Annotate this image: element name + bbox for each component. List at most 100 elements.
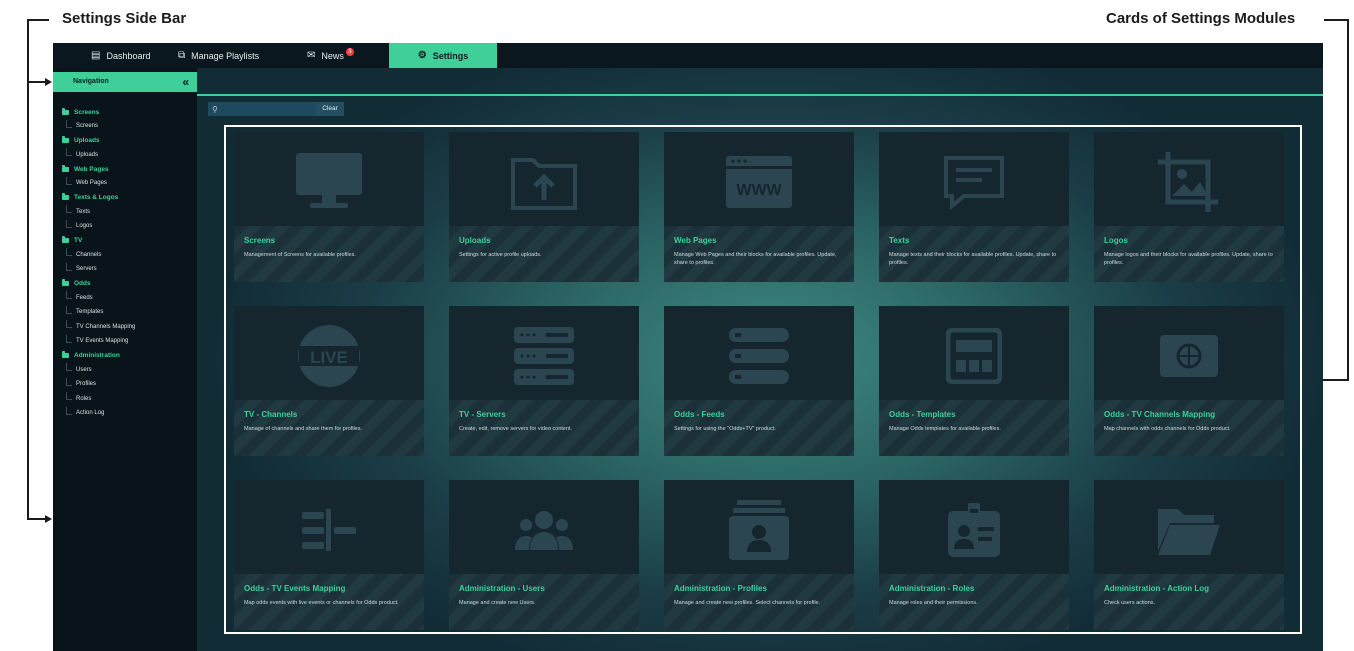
sidebar-group-title[interactable]: TV xyxy=(53,234,197,248)
card-title: Web Pages xyxy=(674,236,717,245)
settings-card[interactable]: WWW Web Pages Manage Web Pages and their b… xyxy=(664,132,854,282)
sidebar-item[interactable]: Roles xyxy=(53,392,197,407)
open-folder-icon xyxy=(1094,490,1284,570)
card-title: Administration - Users xyxy=(459,584,545,593)
id-badge-icon xyxy=(879,490,1069,570)
sidebar-item[interactable]: Uploads xyxy=(53,148,197,163)
sidebar-item[interactable]: Channels xyxy=(53,248,197,263)
gear-icon: ⚙ xyxy=(417,50,427,61)
tree-branch-icon xyxy=(66,363,72,372)
settings-card[interactable]: Uploads Settings for active profile uploa… xyxy=(449,132,639,282)
sidebar-item[interactable]: Templates xyxy=(53,305,197,320)
card-description: Manage logos and their blocks for availa… xyxy=(1104,252,1273,266)
settings-card[interactable]: Logos Manage logos and their blocks for a… xyxy=(1094,132,1284,282)
sidebar-group-title[interactable]: Odds xyxy=(53,277,197,291)
sidebar-group-label: Screens xyxy=(74,108,100,116)
settings-card[interactable]: LIVE TV - Channels Manage of channels and … xyxy=(234,306,424,456)
sidebar-item-label: Roles xyxy=(76,395,92,402)
arrow-head-icon xyxy=(45,515,52,523)
sidebar-group: Uploads Uploads xyxy=(53,134,197,163)
sidebar-group: Administration Users Profiles Roles Action L… xyxy=(53,349,197,421)
settings-card[interactable]: Odds - Feeds Settings for using the "Odds… xyxy=(664,306,854,456)
card-description: Manage Odds templates for available prof… xyxy=(889,426,1001,432)
app-window: ▤ Dashboard ⧉ Manage Playlists ✉ News 3 … xyxy=(53,43,1323,651)
sidebar-item-label: Screens xyxy=(76,123,99,130)
sidebar-group-label: Uploads xyxy=(74,137,100,144)
tab-news[interactable]: ✉ News 3 xyxy=(307,43,387,68)
tree-branch-icon xyxy=(66,377,72,386)
sidebar-item[interactable]: Action Log xyxy=(53,406,197,421)
text-message-icon xyxy=(879,142,1069,222)
sidebar-group: Odds Feeds Templates TV Channels Mapping TV … xyxy=(53,277,197,349)
card-description: Management of Screens for available prof… xyxy=(244,252,356,258)
collapse-sidebar-button[interactable]: « xyxy=(182,72,189,92)
annotation-bracket-line xyxy=(27,19,49,21)
sidebar-item[interactable]: Texts xyxy=(53,205,197,220)
sidebar-group-label: Administration xyxy=(74,352,120,359)
www-icon: WWW xyxy=(664,142,854,222)
settings-card[interactable]: TV - Servers Create, edit, remove servers… xyxy=(449,306,639,456)
tree-branch-icon xyxy=(66,262,72,271)
sidebar-group-label: TV xyxy=(74,237,83,244)
sidebar-header: Navigation « xyxy=(53,72,197,92)
tab-dashboard[interactable]: ▤ Dashboard xyxy=(91,43,186,68)
feed-list-icon xyxy=(664,316,854,396)
sidebar-item-label: Servers xyxy=(76,266,97,273)
sidebar-item[interactable]: Web Pages xyxy=(53,176,197,191)
template-icon xyxy=(879,316,1069,396)
tree-branch-icon xyxy=(66,334,72,343)
tab-manage-playlists[interactable]: ⧉ Manage Playlists xyxy=(178,43,288,68)
card-title: Odds - TV Events Mapping xyxy=(244,584,346,593)
sidebar-item[interactable]: Feeds xyxy=(53,291,197,306)
settings-card[interactable]: Administration - Roles Manage roles and t… xyxy=(879,480,1069,630)
clear-button[interactable]: Clear xyxy=(316,102,344,116)
sidebar-group-title[interactable]: Uploads xyxy=(53,134,197,148)
sidebar-item[interactable]: Servers xyxy=(53,262,197,277)
card-description: Settings for active profile uploads. xyxy=(459,252,542,258)
sidebar-group-title[interactable]: Screens xyxy=(53,105,197,119)
sidebar-item-label: Profiles xyxy=(76,381,97,388)
card-description: Check users actions. xyxy=(1104,600,1156,606)
sidebar-group-title[interactable]: Web Pages xyxy=(53,162,197,176)
card-title: Administration - Profiles xyxy=(674,584,767,593)
sidebar-item[interactable]: Screens xyxy=(53,119,197,134)
arrow-head-icon xyxy=(45,78,52,86)
tree-branch-icon xyxy=(66,392,72,401)
tree-branch-icon xyxy=(66,291,72,300)
card-title: Odds - Templates xyxy=(889,410,956,419)
users-icon xyxy=(449,490,639,570)
sidebar-item[interactable]: Logos xyxy=(53,219,197,234)
settings-card[interactable]: Odds - TV Channels Mapping Map channels w… xyxy=(1094,306,1284,456)
tree-branch-icon xyxy=(66,305,72,314)
tree-branch-icon xyxy=(66,176,72,185)
settings-card[interactable]: Odds - Templates Manage Odds templates fo… xyxy=(879,306,1069,456)
settings-card[interactable]: Texts Manage texts and their blocks for a… xyxy=(879,132,1069,282)
sidebar-item[interactable]: Users xyxy=(53,363,197,378)
settings-card[interactable]: Administration - Action Log Check users a… xyxy=(1094,480,1284,630)
svg-text:LIVE: LIVE xyxy=(310,348,348,367)
settings-card[interactable]: Administration - Profiles Manage and crea… xyxy=(664,480,854,630)
sidebar-item-label: Uploads xyxy=(76,151,99,158)
annotation-bracket-line xyxy=(27,19,29,520)
card-title: Administration - Roles xyxy=(889,584,975,593)
tab-settings[interactable]: ⚙ Settings xyxy=(389,43,497,68)
navigation-tree: Screens Screens Uploads Uploads Web Pages Web… xyxy=(53,105,197,421)
sidebar-item[interactable]: Profiles xyxy=(53,377,197,392)
settings-card[interactable]: Screens Management of Screens for availab… xyxy=(234,132,424,282)
tree-branch-icon xyxy=(66,248,72,257)
envelope-icon: ✉ xyxy=(307,50,316,61)
sidebar-group-label: Odds xyxy=(74,280,91,287)
annotation-right-label: Cards of Settings Modules xyxy=(1106,10,1296,27)
sidebar-group-title[interactable]: Administration xyxy=(53,349,197,363)
card-title: Odds - Feeds xyxy=(674,410,725,419)
card-title: Logos xyxy=(1104,236,1128,245)
settings-card[interactable]: Odds - TV Events Mapping Map odds events … xyxy=(234,480,424,630)
sidebar-item[interactable]: TV Events Mapping xyxy=(53,334,197,349)
search-input[interactable]: ⚲ xyxy=(208,102,316,116)
tree-branch-icon xyxy=(66,148,72,157)
folder-icon xyxy=(62,193,69,200)
sidebar-item[interactable]: TV Channels Mapping xyxy=(53,320,197,335)
sidebar-item-label: Web Pages xyxy=(76,180,107,187)
settings-card[interactable]: Administration - Users Manage and create … xyxy=(449,480,639,630)
sidebar-group-title[interactable]: Texts & Logos xyxy=(53,191,197,205)
